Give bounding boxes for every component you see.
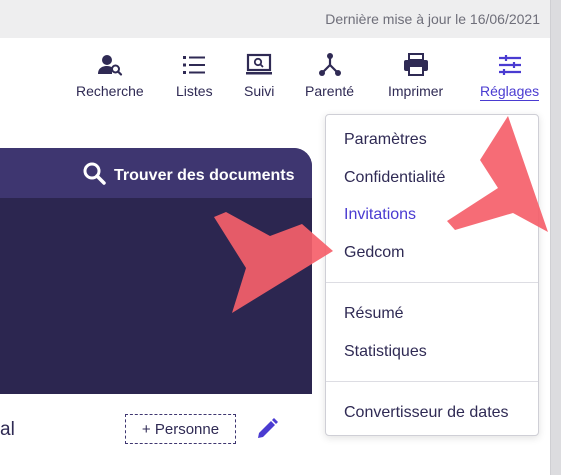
- arrow-to-gedcom: [214, 212, 333, 313]
- annotation-arrows: [214, 116, 548, 313]
- arrow-to-reglages: [447, 116, 548, 232]
